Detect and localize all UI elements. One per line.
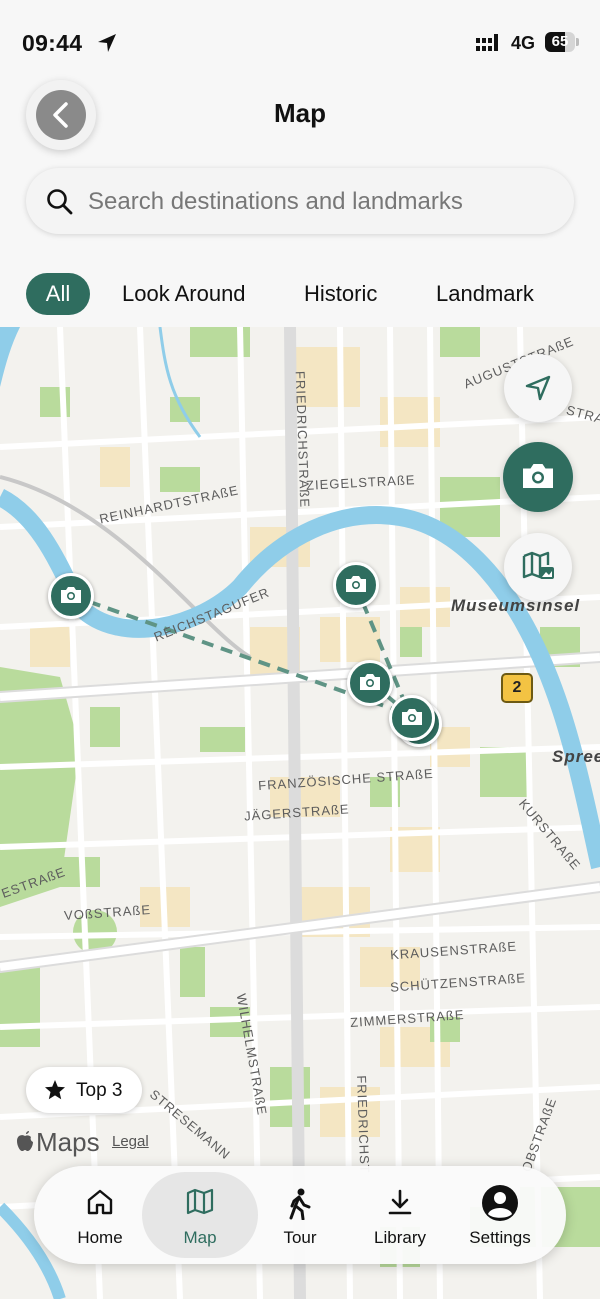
map-icon <box>186 1188 214 1215</box>
page-title: Map <box>274 98 326 128</box>
top3-label: Top 3 <box>76 1080 123 1101</box>
tab-label: Home <box>77 1228 123 1247</box>
top3-button[interactable]: Top 3 <box>26 1067 142 1113</box>
battery-icon: 65 <box>545 32 579 52</box>
camera-icon <box>346 576 366 592</box>
search-icon <box>47 189 73 215</box>
network-type: 4G <box>511 33 536 53</box>
legal-link[interactable]: Legal <box>112 1133 149 1150</box>
apple-logo-icon <box>17 1131 33 1151</box>
tab-label: Tour <box>283 1228 317 1247</box>
search-bar[interactable] <box>26 168 574 234</box>
tab-label: Settings <box>469 1228 531 1247</box>
landmark-marker[interactable] <box>347 660 393 706</box>
battery-level: 65 <box>551 33 569 50</box>
star-icon <box>45 1080 65 1100</box>
tab-library[interactable]: Library <box>350 1166 450 1264</box>
camera-icon <box>360 674 380 690</box>
tab-bar: Home Map Tour Library Settings <box>34 1166 566 1264</box>
locate-me-button[interactable] <box>504 354 572 422</box>
tab-map[interactable]: Map <box>142 1166 258 1264</box>
camera-icon <box>523 464 553 488</box>
map-photo-icon <box>522 551 554 579</box>
camera-icon <box>402 709 422 725</box>
landmark-marker[interactable] <box>333 562 379 608</box>
maps-label: Maps <box>36 1127 100 1157</box>
filter-all[interactable]: All <box>26 273 90 315</box>
route-badge: 2 <box>501 673 533 703</box>
signal-icon <box>476 34 498 51</box>
map-view[interactable]: AUGUSTSTRAßE STRA FRIEDRICHSTRAßE ZIEGEL… <box>0 327 600 1299</box>
filter-landmark[interactable]: Landmark <box>436 273 534 315</box>
person-icon <box>482 1185 518 1221</box>
place-label-museumsinsel: Museumsinsel <box>451 596 581 615</box>
filter-look-around[interactable]: Look Around <box>122 273 246 315</box>
camera-icon <box>61 587 81 603</box>
tab-home[interactable]: Home <box>50 1166 150 1264</box>
map-style-button[interactable] <box>504 533 572 601</box>
tab-tour[interactable]: Tour <box>250 1166 350 1264</box>
tab-label: Map <box>183 1228 217 1247</box>
download-icon <box>388 1189 412 1215</box>
tab-label: Library <box>374 1228 426 1247</box>
status-bar: 09:44 4G 65 <box>0 0 600 80</box>
location-arrow-icon <box>525 375 551 401</box>
place-label-spree: Spree <box>552 747 600 766</box>
look-around-button[interactable] <box>503 442 573 512</box>
tab-settings[interactable]: Settings <box>450 1166 550 1264</box>
status-time: 09:44 <box>22 30 83 56</box>
filter-historic[interactable]: Historic <box>304 273 377 315</box>
location-arrow-icon <box>98 34 116 52</box>
walk-icon <box>289 1188 311 1220</box>
home-icon <box>87 1189 113 1215</box>
search-input[interactable] <box>86 178 560 226</box>
landmark-marker[interactable] <box>48 573 94 619</box>
landmark-marker[interactable] <box>389 695 435 741</box>
